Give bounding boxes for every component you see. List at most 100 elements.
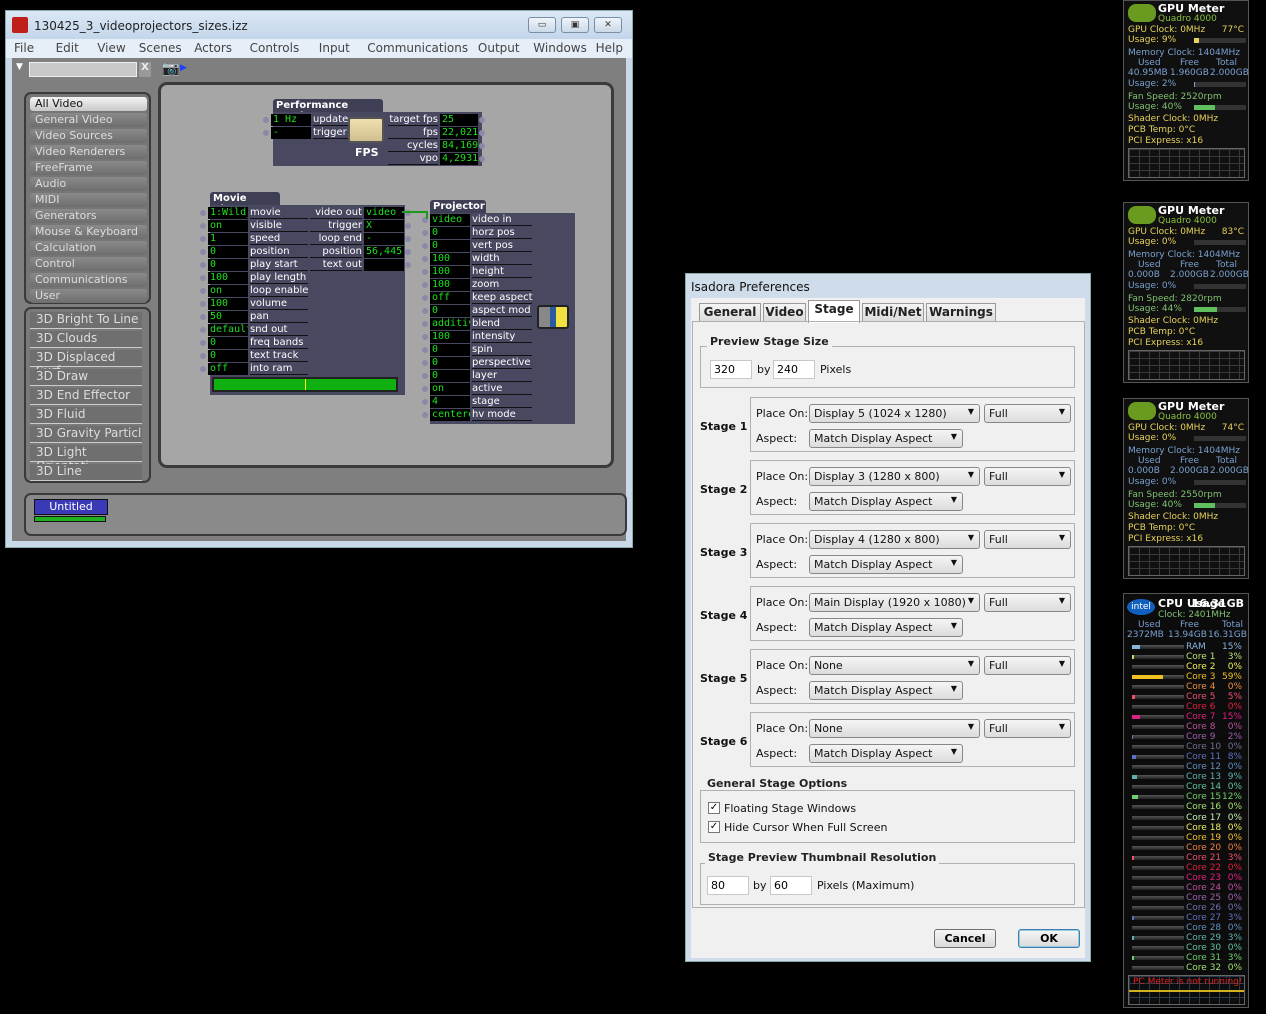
mode-select[interactable]: Full ▼ [984,656,1071,675]
category-item[interactable]: Communications [30,273,147,287]
projector-input-port[interactable] [422,386,428,392]
actor-item[interactable]: 3D End Effector [30,388,142,405]
display-select[interactable]: Display 4 (1280 x 800) ▼ [809,530,980,549]
menu-actors[interactable]: Actors [194,41,232,55]
cancel-button[interactable]: Cancel [934,929,996,948]
actor-item[interactable]: 3D Light Orientati [30,445,142,473]
mode-select[interactable]: Full ▼ [984,719,1071,738]
perf-input-port[interactable] [263,117,269,123]
minimize-button[interactable]: ▭ [528,17,556,33]
display-select[interactable]: None ▼ [809,719,980,738]
movie-input-port[interactable] [200,288,206,294]
display-select[interactable]: None ▼ [809,656,980,675]
projector-input-port[interactable] [422,399,428,405]
category-item[interactable]: Control [30,257,147,271]
ok-button[interactable]: OK [1018,929,1080,948]
actor-item[interactable]: 3D Displaced Surf [30,350,142,378]
movie-input-port[interactable] [200,314,206,320]
tab-video[interactable]: Video [763,303,806,322]
movie-input-port[interactable] [200,340,206,346]
movie-input-port[interactable] [200,353,206,359]
projector-input-value[interactable]: additive [430,318,470,330]
mode-select[interactable]: Full ▼ [984,530,1071,549]
movie-output-value[interactable] [364,259,404,271]
projector-input-port[interactable] [422,282,428,288]
display-select[interactable]: Main Display (1920 x 1080) ▼ [809,593,980,612]
projector-input-value[interactable]: 0 [430,344,470,356]
preview-width-input[interactable]: 320 [710,360,752,379]
movie-input-value[interactable]: 0 [208,350,248,362]
category-item[interactable]: Video Sources [30,129,147,143]
menu-file[interactable]: File [14,41,34,55]
projector-input-value[interactable]: on [430,383,470,395]
projector-input-port[interactable] [422,321,428,327]
movie-output-value[interactable]: X [364,220,404,232]
aspect-select[interactable]: Match Display Aspect ▼ [809,744,963,763]
mode-select[interactable]: Full ▼ [984,467,1071,486]
category-item[interactable]: FreeFrame [30,161,147,175]
menu-communications[interactable]: Communications [367,41,468,55]
projector-input-port[interactable] [422,347,428,353]
projector-input-value[interactable]: 100 [430,279,470,291]
aspect-select[interactable]: Match Display Aspect ▼ [809,492,963,511]
play-arrow-icon[interactable]: ▶ [180,63,187,73]
projector-input-value[interactable]: 0 [430,357,470,369]
movie-input-value[interactable]: 50 [208,311,248,323]
movie-output-port[interactable] [405,223,411,229]
tab-stage[interactable]: Stage [808,300,860,323]
projector-input-port[interactable] [422,295,428,301]
menu-input[interactable]: Input [319,41,350,55]
perf-output-port[interactable] [479,156,485,162]
projector-input-value[interactable]: 0 [430,370,470,382]
movie-input-value[interactable]: 1 [208,233,248,245]
scene-tab-untitled[interactable]: Untitled [34,499,108,515]
movie-input-value[interactable]: on [208,285,248,297]
projector-input-port[interactable] [422,256,428,262]
actor-item[interactable]: 3D Draw [30,369,142,386]
category-item[interactable]: Video Renderers [30,145,147,159]
movie-progress-marker[interactable] [305,379,306,390]
perf-output-value[interactable]: 4,2931 [440,153,478,165]
perf-input-value[interactable]: 1 Hz [271,114,311,126]
category-item[interactable]: All Video [30,97,147,111]
projector-input-port[interactable] [422,308,428,314]
projector-input-value[interactable]: 100 [430,253,470,265]
menu-controls[interactable]: Controls [250,41,300,55]
projector-input-port[interactable] [422,269,428,275]
movie-input-port[interactable] [200,275,206,281]
movie-input-port[interactable] [200,210,206,216]
movie-output-value[interactable]: - [364,233,404,245]
actor-item[interactable]: 3D Line [30,464,142,481]
projector-input-value[interactable]: 100 [430,266,470,278]
mode-select[interactable]: Full ▼ [984,593,1071,612]
checkbox[interactable]: ✓ [708,821,720,833]
movie-input-port[interactable] [200,223,206,229]
tab-warnings[interactable]: Warnings [926,303,996,322]
tab-general[interactable]: General [699,303,761,322]
close-button[interactable]: ✕ [594,17,622,33]
projector-input-value[interactable]: 100 [430,331,470,343]
menu-help[interactable]: Help [596,41,623,55]
menu-scenes[interactable]: Scenes [139,41,182,55]
movie-output-value[interactable]: 56,445 [364,246,404,258]
projector-input-value[interactable]: 0 [430,240,470,252]
menu-view[interactable]: View [97,41,125,55]
movie-input-value[interactable]: off [208,363,248,375]
movie-input-value[interactable]: on [208,220,248,232]
aspect-select[interactable]: Match Display Aspect ▼ [809,618,963,637]
projector-input-port[interactable] [422,360,428,366]
thumb-height-input[interactable]: 60 [770,876,812,895]
perf-output-port[interactable] [479,143,485,149]
movie-output-value[interactable]: video [364,207,404,219]
projector-input-port[interactable] [422,230,428,236]
projector-input-port[interactable] [422,243,428,249]
movie-input-port[interactable] [200,301,206,307]
category-item[interactable]: MIDI [30,193,147,207]
movie-input-port[interactable] [200,236,206,242]
projector-input-value[interactable]: 0 [430,227,470,239]
actor-item[interactable]: 3D Clouds [30,331,142,348]
movie-output-port[interactable] [405,262,411,268]
perf-output-value[interactable]: 22,021 [440,127,478,139]
snapshot-camera-icon[interactable]: 📷 [162,61,179,77]
movie-input-value[interactable]: 1:Wild_ [208,207,248,219]
